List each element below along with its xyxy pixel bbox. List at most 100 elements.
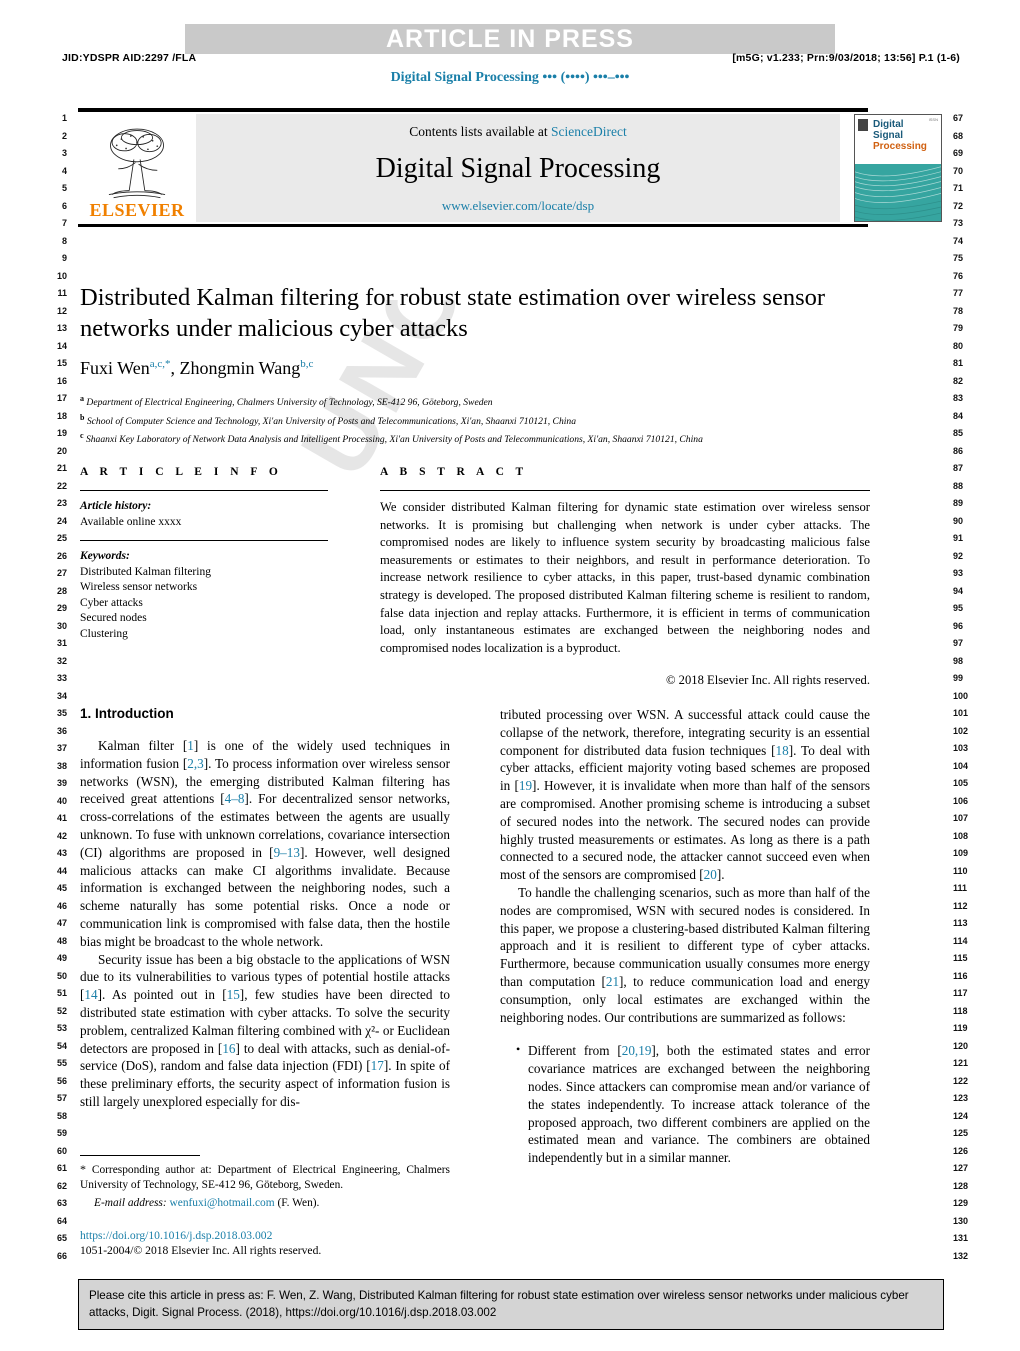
affiliation: b School of Computer Science and Technol… xyxy=(80,412,577,427)
left-column-paragraphs: Kalman filter [1] is one of the widely u… xyxy=(80,737,450,1111)
citation-ref[interactable]: 4–8 xyxy=(225,791,245,806)
cover-title-line3: Processing xyxy=(873,141,927,152)
line-number: 130 xyxy=(953,1215,969,1226)
line-number: 97 xyxy=(953,638,964,648)
masthead-top-rule xyxy=(78,108,868,112)
line-number: 52 xyxy=(56,1005,67,1016)
author-email-link[interactable]: wenfuxi@hotmail.com xyxy=(170,1197,275,1209)
citation-ref[interactable]: 18 xyxy=(776,743,789,758)
doi-link[interactable]: https://doi.org/10.1016/j.dsp.2018.03.00… xyxy=(80,1228,450,1243)
contribution-bullets: Different from [20,19], both the estimat… xyxy=(500,1041,870,1167)
citation-ref[interactable]: 20,19 xyxy=(622,1043,652,1058)
line-number: 61 xyxy=(56,1163,67,1173)
line-number: 124 xyxy=(953,1110,969,1121)
line-number: 27 xyxy=(56,568,67,578)
line-number: 12 xyxy=(56,305,67,316)
citation-ref[interactable]: 16 xyxy=(222,1041,235,1056)
citation-ref[interactable]: 17 xyxy=(371,1058,384,1073)
author-2-affil-marks: b,c xyxy=(300,358,314,370)
line-number: 46 xyxy=(56,900,67,911)
citation-ref[interactable]: 9–13 xyxy=(274,845,300,860)
citation-ref[interactable]: 20 xyxy=(704,867,717,882)
line-number: 9 xyxy=(61,253,67,263)
line-number: 69 xyxy=(953,148,964,158)
line-number: 79 xyxy=(953,323,964,333)
line-number: 73 xyxy=(953,218,964,228)
line-number: 37 xyxy=(56,743,67,753)
cover-issn-tag: ISSN xyxy=(928,117,938,122)
citation-ref[interactable]: 15 xyxy=(227,987,240,1002)
paragraph: Kalman filter [1] is one of the widely u… xyxy=(80,738,451,949)
email-note: E-mail address: wenfuxi@hotmail.com (F. … xyxy=(80,1196,450,1211)
line-number: 42 xyxy=(56,830,67,841)
abstract-rule xyxy=(380,490,870,491)
footnote-star: * xyxy=(80,1162,86,1176)
cover-title-line1: Digital xyxy=(873,119,904,130)
abstract-column: A B S T R A C T We consider distributed … xyxy=(380,466,870,688)
line-number: 36 xyxy=(56,725,67,736)
line-number: 60 xyxy=(56,1145,67,1156)
line-number: 92 xyxy=(953,550,964,561)
body-columns: 1. Introduction Kalman filter [1] is one… xyxy=(80,706,870,1167)
paragraph: Security issue has been a big obstacle t… xyxy=(80,951,450,1109)
line-number: 6 xyxy=(61,200,67,211)
line-number: 132 xyxy=(953,1250,969,1261)
journal-homepage-url[interactable]: www.elsevier.com/locate/dsp xyxy=(442,198,594,214)
cover-title-line2: Signal xyxy=(873,130,904,141)
citation-ref[interactable]: 21 xyxy=(606,974,619,989)
elsevier-logo: ELSEVIER xyxy=(78,114,196,222)
line-number: 26 xyxy=(56,550,67,561)
journal-cover-thumbnail: ISSN Digital Signal Processing xyxy=(854,114,942,222)
line-number: 113 xyxy=(953,918,968,928)
line-number: 109 xyxy=(953,848,969,858)
abstract-label: A B S T R A C T xyxy=(380,466,528,478)
citation-ref[interactable]: 2,3 xyxy=(187,756,203,771)
running-journal-line: Digital Signal Processing ••• (••••) •••… xyxy=(390,70,630,85)
line-number: 22 xyxy=(56,480,67,491)
keywords-block: Keywords: Distributed Kalman filtering Wi… xyxy=(80,549,328,642)
line-number: 49 xyxy=(56,953,67,963)
cover-title: Digital Signal Processing xyxy=(873,119,927,152)
line-number: 87 xyxy=(953,463,964,473)
title-block: Distributed Kalman filtering for robust … xyxy=(80,282,870,448)
paragraph: To handle the challenging scenarios, suc… xyxy=(500,884,870,1025)
affiliation-mark: a xyxy=(80,394,84,403)
abstract-text: We consider distributed Kalman filtering… xyxy=(380,500,870,655)
line-number: 33 xyxy=(56,673,67,683)
line-number: 13 xyxy=(56,323,67,333)
line-number: 74 xyxy=(953,235,964,246)
line-number: 102 xyxy=(953,725,969,736)
line-number: 25 xyxy=(56,533,67,543)
keyword-item: Cyber attacks xyxy=(80,596,143,609)
author-2-name: Zhongmin Wang xyxy=(179,358,301,378)
citation-ref[interactable]: 14 xyxy=(84,987,97,1002)
sciencedirect-link[interactable]: ScienceDirect xyxy=(551,124,627,139)
line-number: 110 xyxy=(953,865,968,876)
line-number: 28 xyxy=(56,585,67,596)
line-number: 111 xyxy=(953,883,968,893)
line-number: 43 xyxy=(56,848,67,858)
line-number: 91 xyxy=(953,533,964,543)
contents-panel: Contents lists available at ScienceDirec… xyxy=(196,114,840,222)
line-number: 55 xyxy=(56,1058,67,1068)
affiliation: c Shaanxi Key Laboratory of Network Data… xyxy=(80,431,703,446)
corresponding-author-text: Corresponding author at: Department of E… xyxy=(80,1164,450,1191)
elsevier-tree-icon xyxy=(108,128,166,199)
line-number: 32 xyxy=(56,655,67,666)
line-number: 41 xyxy=(56,813,67,823)
line-number: 30 xyxy=(56,620,67,631)
line-number: 105 xyxy=(953,778,969,788)
line-number: 122 xyxy=(953,1075,969,1086)
citation-ref[interactable]: 1 xyxy=(187,738,194,753)
line-number: 128 xyxy=(953,1180,969,1191)
line-number: 81 xyxy=(953,358,964,368)
line-number: 5 xyxy=(61,183,67,193)
line-number: 99 xyxy=(953,673,964,683)
line-number: 90 xyxy=(953,515,964,526)
line-number: 3 xyxy=(61,148,67,158)
line-number: 34 xyxy=(56,690,67,701)
line-number: 48 xyxy=(56,935,67,946)
line-number: 16 xyxy=(56,375,67,386)
citation-ref[interactable]: 19 xyxy=(519,778,532,793)
line-number: 127 xyxy=(953,1163,969,1173)
